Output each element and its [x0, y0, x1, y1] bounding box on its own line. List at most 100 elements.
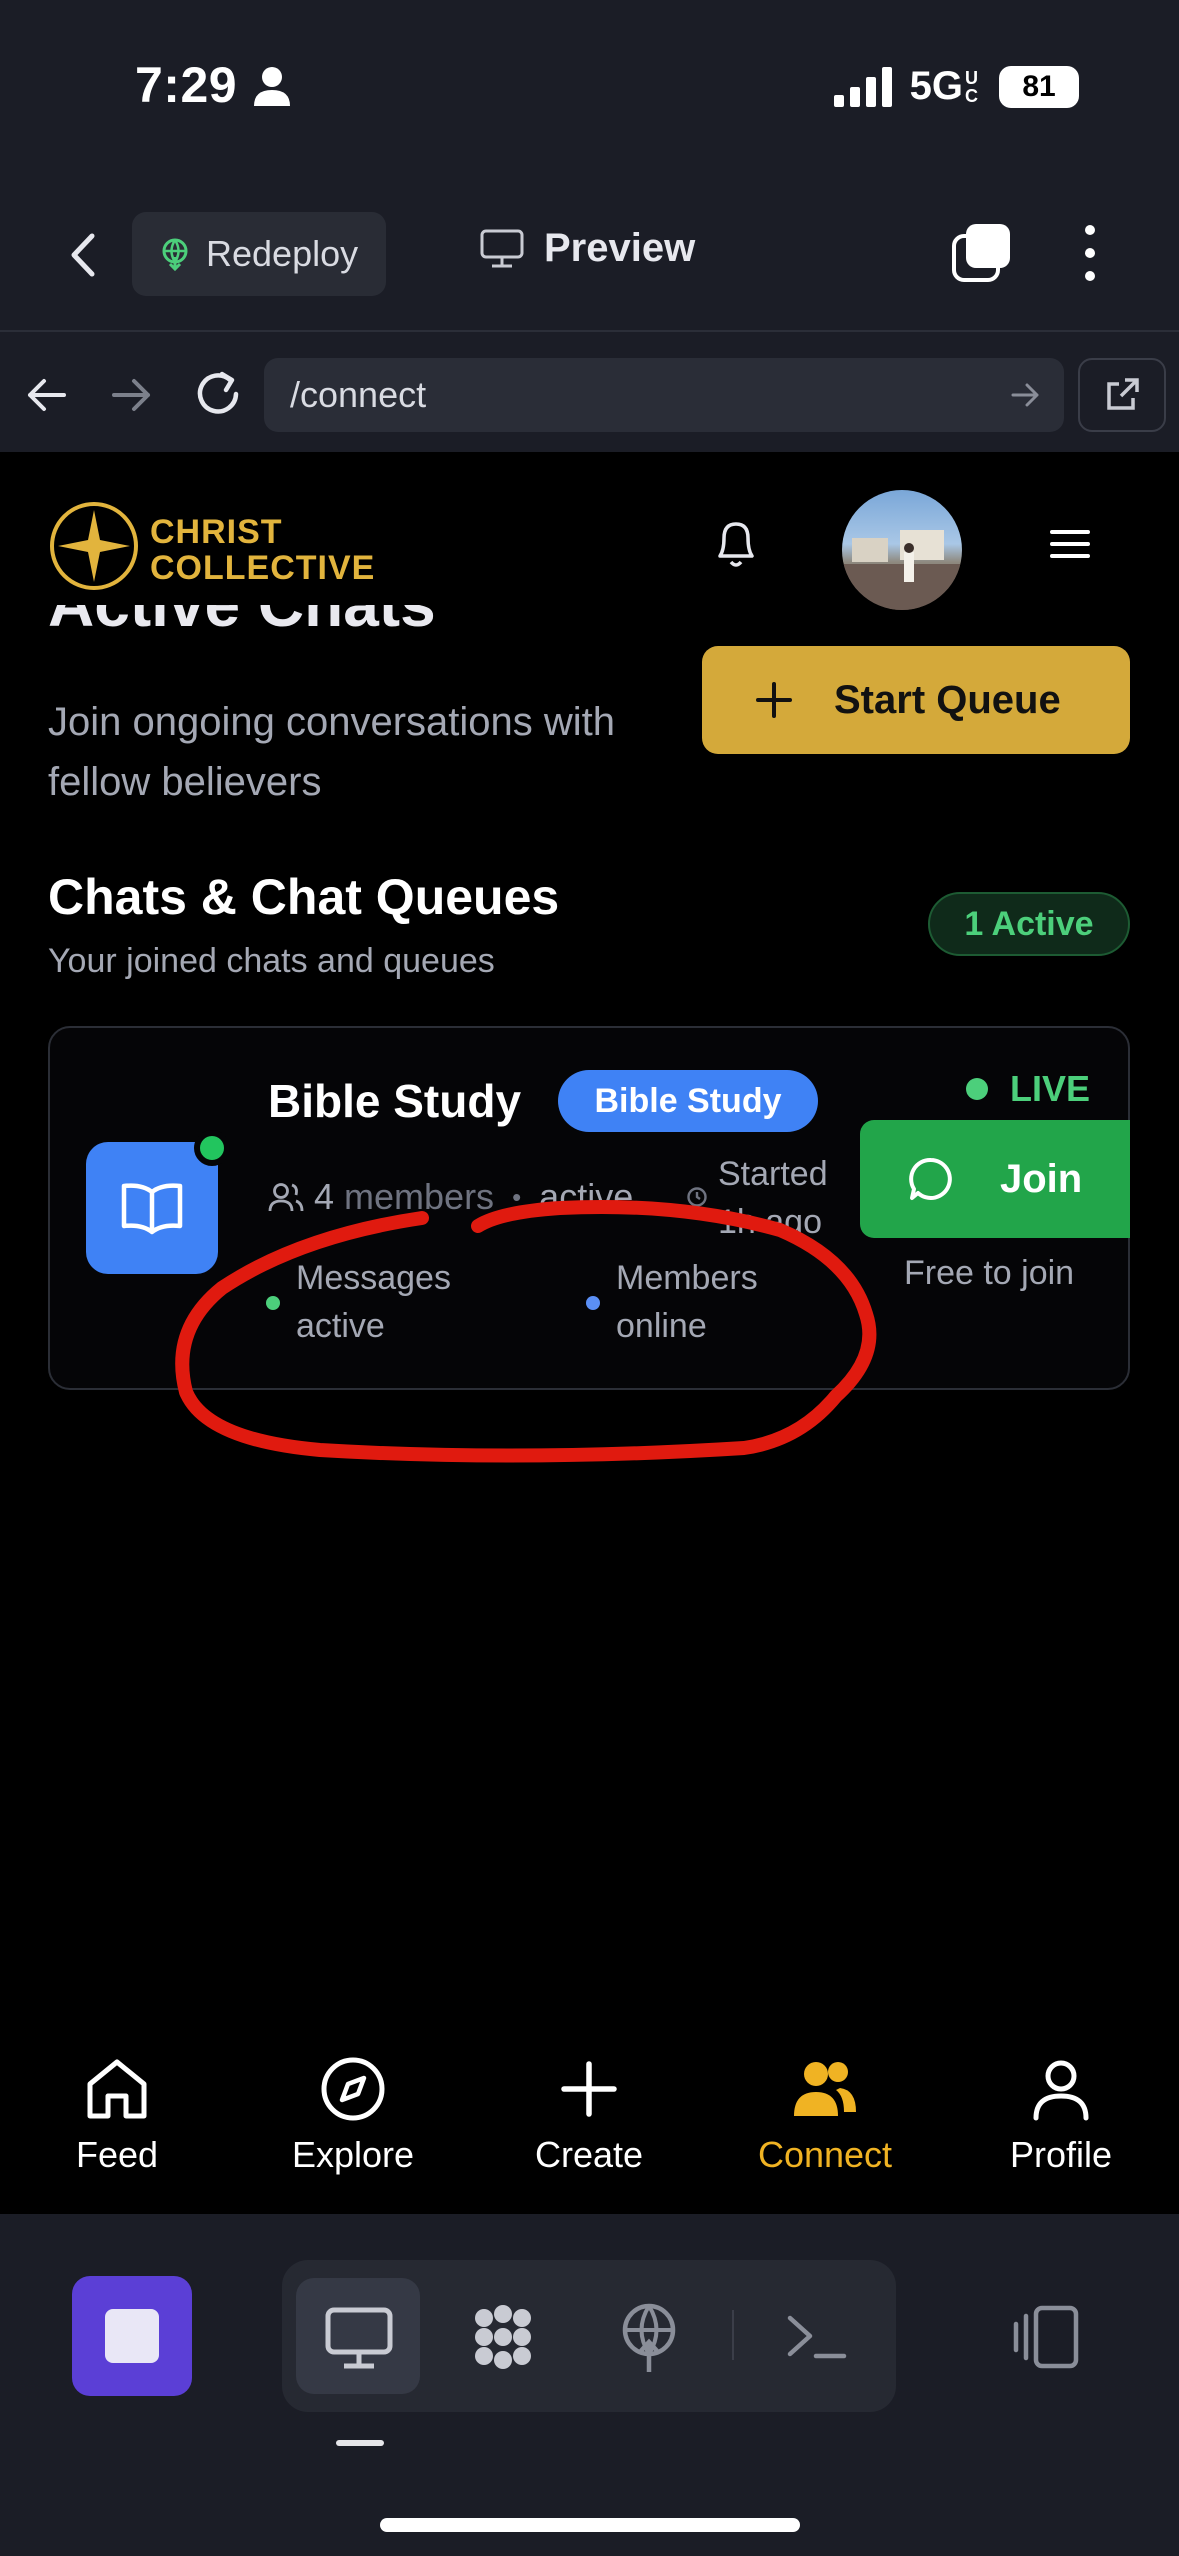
preview-button[interactable]: Preview — [480, 226, 695, 271]
users-icon — [794, 2062, 856, 2116]
tab-create-label: Create — [534, 2134, 644, 2175]
tab-explore-label: Explore — [291, 2134, 415, 2175]
compass-icon — [321, 2057, 385, 2121]
avatar-photo — [842, 530, 962, 610]
section-subtitle: Your joined chats and queues — [48, 942, 495, 980]
user-icon — [1033, 2060, 1089, 2121]
users-icon — [268, 1183, 304, 1212]
chat-meta: 4 members • active — [268, 1176, 633, 1218]
tab-feed[interactable]: Feed — [17, 2036, 217, 2214]
monitor-icon[interactable] — [322, 2300, 396, 2374]
book-open-icon — [121, 1183, 183, 1235]
tab-profile[interactable]: Profile — [961, 2036, 1161, 2214]
chevron-left-icon[interactable] — [60, 230, 110, 280]
go-arrow-icon[interactable] — [1010, 380, 1040, 410]
live-dot — [966, 1078, 988, 1100]
clock-icon — [687, 1187, 707, 1207]
logo-line-2: COLLECTIVE — [150, 549, 376, 587]
active-view-underline — [336, 2440, 384, 2446]
stat1-line-2: active — [296, 1307, 385, 1345]
page-title: Active Chats — [48, 605, 478, 641]
started-line-1: Started — [718, 1155, 828, 1193]
members-word: members — [344, 1176, 495, 1217]
bottom-tab-bar: Feed Explore Create Connect Profile — [0, 2036, 1179, 2214]
terminal-icon[interactable] — [780, 2300, 854, 2374]
battery-indicator: 81 — [999, 65, 1079, 108]
live-indicator: LIVE — [966, 1068, 1090, 1110]
signal-icon — [833, 66, 892, 107]
online-status-dot — [194, 1130, 230, 1166]
logo-text[interactable]: CHRIST COLLECTIVE — [150, 514, 375, 586]
messages-active-stat: Messages active — [296, 1254, 496, 1350]
tab-create[interactable]: Create — [489, 2036, 689, 2214]
members-online-stat: Members online — [616, 1254, 816, 1350]
stop-square-icon — [105, 2309, 159, 2363]
view-switcher-divider — [732, 2310, 734, 2360]
free-to-join-label: Free to join — [904, 1254, 1075, 1292]
stop-button[interactable] — [72, 2276, 192, 2396]
messages-status-dot — [266, 1296, 280, 1310]
chat-title: Bible Study — [268, 1075, 522, 1127]
chat-icon-tile — [86, 1142, 218, 1274]
arrow-left-icon[interactable] — [24, 372, 70, 418]
url-input[interactable]: /connect — [264, 358, 1064, 432]
tab-profile-label: Profile — [1009, 2134, 1113, 2175]
home-icon — [87, 2059, 147, 2119]
tab-connect-label: Connect — [757, 2134, 893, 2175]
started-line-2: 1h ago — [718, 1203, 822, 1241]
redeploy-label: Redeploy — [206, 233, 359, 274]
url-bar: /connect — [0, 330, 1179, 452]
external-link-icon — [1107, 378, 1139, 410]
person-icon — [254, 67, 290, 106]
tab-explore[interactable]: Explore — [253, 2036, 453, 2214]
stat2-line-2: online — [616, 1307, 707, 1345]
url-text: /connect — [290, 374, 427, 415]
open-external-button[interactable] — [1078, 358, 1166, 432]
side-panel-icon[interactable] — [1010, 2300, 1084, 2374]
arrow-right-icon[interactable] — [108, 372, 154, 418]
active-count-badge: 1 Active — [928, 892, 1130, 956]
members-status-dot — [586, 1296, 600, 1310]
plus-icon — [756, 682, 792, 718]
stat1-line-1: Messages — [296, 1259, 451, 1297]
active-word: active — [539, 1176, 634, 1217]
status-time: 7:29 — [135, 57, 238, 113]
tabs-icon[interactable] — [950, 222, 1012, 284]
stat2-line-1: Members — [616, 1259, 758, 1297]
member-count: 4 — [314, 1176, 335, 1217]
hero-title-clip: Active Chats — [48, 605, 478, 655]
menu-icon[interactable] — [1050, 528, 1090, 560]
preview-label: Preview — [544, 226, 696, 270]
status-right: 5G UC 81 — [833, 64, 1079, 109]
deploy-globe-icon[interactable] — [612, 2300, 686, 2374]
plus-icon — [561, 2061, 617, 2117]
network-sub-label: UC — [965, 67, 978, 106]
browser-chrome-bottom — [0, 2214, 1179, 2556]
message-circle-icon — [909, 1158, 952, 1200]
home-indicator[interactable] — [380, 2518, 800, 2532]
redeploy-button[interactable]: Redeploy — [132, 212, 386, 296]
page-subtitle: Join ongoing conversations with fellow b… — [48, 700, 616, 804]
section-title: Chats & Chat Queues — [48, 869, 560, 925]
start-queue-button[interactable]: Start Queue — [702, 646, 1130, 754]
status-bar: 7:29 5G UC 81 — [0, 0, 1179, 180]
reload-icon[interactable] — [192, 368, 244, 420]
monitor-icon — [480, 229, 524, 267]
started-time: Started 1h ago — [718, 1150, 828, 1246]
globe-deploy-icon — [162, 238, 188, 271]
more-vertical-icon[interactable] — [1070, 222, 1110, 284]
logo-line-1: CHRIST — [150, 513, 283, 551]
nodes-icon[interactable] — [466, 2300, 540, 2374]
tab-feed-label: Feed — [75, 2134, 159, 2175]
logo-star-icon[interactable] — [48, 500, 140, 592]
start-queue-label: Start Queue — [834, 677, 1061, 722]
bell-icon[interactable] — [710, 514, 762, 574]
meta-separator: • — [512, 1181, 522, 1212]
avatar[interactable] — [842, 490, 962, 610]
browser-toolbar: Redeploy Preview — [0, 200, 1179, 310]
tab-connect[interactable]: Connect — [725, 2036, 925, 2214]
browser-chrome-top: 7:29 5G UC 81 Redeploy Preview /connect — [0, 0, 1179, 452]
join-button[interactable]: Join — [860, 1120, 1130, 1238]
category-tag: Bible Study — [558, 1070, 818, 1132]
join-label: Join — [1000, 1156, 1083, 1201]
